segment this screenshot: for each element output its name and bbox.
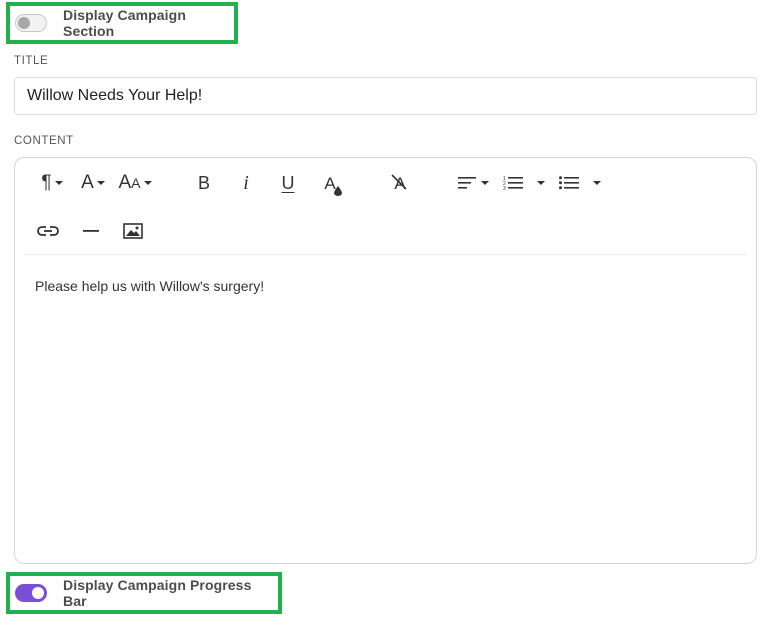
strike-slash-icon xyxy=(391,173,407,190)
bold-button[interactable]: B xyxy=(191,163,217,203)
clear-format-icon: A xyxy=(391,173,407,194)
chevron-down-icon xyxy=(593,181,601,185)
image-icon xyxy=(123,223,143,239)
unordered-list-icon xyxy=(559,176,579,190)
insert-link-button[interactable] xyxy=(35,211,61,251)
italic-button[interactable]: i xyxy=(233,163,259,203)
progress-bar-label: Display Campaign Progress Bar xyxy=(63,577,252,609)
editor-toolbar-row-1: ¶ A A A B i U A 1 2 3 xyxy=(15,163,756,203)
svg-text:3: 3 xyxy=(503,186,506,191)
text-color-button[interactable]: A xyxy=(317,163,343,203)
editor-content-area[interactable]: Please help us with Willow's surgery! xyxy=(35,278,264,294)
switch-knob xyxy=(18,17,30,29)
horizontal-rule-icon xyxy=(83,230,99,232)
italic-icon: i xyxy=(243,171,249,194)
font-size-icon: A A xyxy=(118,172,140,194)
underline-icon: U xyxy=(281,172,295,193)
horizontal-rule-button[interactable] xyxy=(79,211,103,251)
chevron-down-icon xyxy=(54,181,63,185)
font-size-glyph-large: A xyxy=(118,172,132,193)
font-family-button[interactable]: A xyxy=(77,163,109,203)
progress-bar-switch[interactable] xyxy=(15,584,47,602)
editor-body-text: Please help us with Willow's surgery! xyxy=(35,278,265,294)
align-left-icon xyxy=(457,177,476,189)
text-color-icon: A xyxy=(324,173,342,196)
paragraph-icon: ¶ xyxy=(41,172,52,193)
font-family-icon: A xyxy=(81,172,94,193)
editor-toolbar-row-2 xyxy=(15,211,756,251)
unordered-list-button[interactable] xyxy=(557,163,603,203)
chevron-down-icon xyxy=(96,181,105,185)
font-size-button[interactable]: A A xyxy=(115,163,155,203)
align-button[interactable] xyxy=(455,163,491,203)
ordered-list-icon: 1 2 3 xyxy=(503,176,523,191)
campaign-section-label: Display Campaign Section xyxy=(63,7,186,39)
insert-image-button[interactable] xyxy=(120,211,146,251)
chevron-down-icon xyxy=(480,181,489,185)
underline-button[interactable]: U xyxy=(275,163,301,203)
link-icon xyxy=(37,226,59,236)
chevron-down-icon xyxy=(143,181,152,185)
campaign-section-toggle-row: Display Campaign Section xyxy=(6,2,238,44)
rich-text-editor: ¶ A A A B i U A 1 2 3 Please help us wit… xyxy=(14,157,757,564)
campaign-section-switch[interactable] xyxy=(15,14,47,32)
clear-format-button[interactable]: A xyxy=(387,163,413,203)
font-size-glyph-small: A xyxy=(131,175,141,191)
color-drop-icon xyxy=(333,185,342,196)
chevron-down-icon xyxy=(537,181,545,185)
ordered-list-button[interactable]: 1 2 3 xyxy=(501,163,547,203)
content-field-label: CONTENT xyxy=(14,135,74,147)
paragraph-format-button[interactable]: ¶ xyxy=(35,163,69,203)
progress-bar-toggle-row: Display Campaign Progress Bar xyxy=(6,572,282,614)
title-field-label: TITLE xyxy=(14,55,49,67)
switch-knob xyxy=(32,587,44,599)
bold-icon: B xyxy=(197,172,210,193)
toolbar-divider xyxy=(24,254,747,255)
title-input[interactable] xyxy=(14,77,757,115)
